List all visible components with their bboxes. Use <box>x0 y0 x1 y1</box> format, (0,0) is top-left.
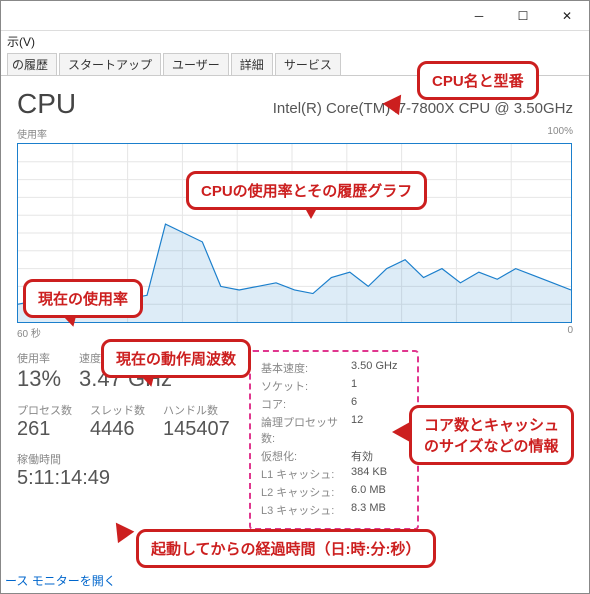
stat-utilization: 使用率 13% <box>17 350 61 392</box>
stat-processes: プロセス数 261 <box>17 402 72 441</box>
stat-utilization-label: 使用率 <box>17 350 61 366</box>
callout-uptime: 起動してからの経過時間（日:時:分:秒） <box>136 529 436 568</box>
window-titlebar: ─ ☐ ✕ <box>1 1 589 31</box>
tab-startup[interactable]: スタートアップ <box>59 53 161 75</box>
tab-users[interactable]: ユーザー <box>163 53 229 75</box>
stat-threads-label: スレッド数 <box>90 402 145 418</box>
detail-virtualization: 仮想化:有効 <box>261 448 407 464</box>
graph-top-right-label: 100% <box>547 126 573 141</box>
detail-l2: L2 キャッシュ:6.0 MB <box>261 484 407 500</box>
close-button[interactable]: ✕ <box>545 1 589 31</box>
callout-usage-graph: CPUの使用率とその履歴グラフ <box>186 171 427 210</box>
tab-details[interactable]: 詳細 <box>231 53 273 75</box>
stat-handles: ハンドル数 145407 <box>163 402 230 441</box>
tab-services[interactable]: サービス <box>275 53 341 75</box>
detail-logical: 論理プロセッサ数:12 <box>261 414 407 446</box>
graph-top-left-label: 使用率 <box>17 126 47 141</box>
callout-current-usage: 現在の使用率 <box>23 279 143 318</box>
stat-handles-label: ハンドル数 <box>163 402 230 418</box>
stat-processes-label: プロセス数 <box>17 402 72 418</box>
detail-sockets: ソケット:1 <box>261 378 407 394</box>
detail-l3: L3 キャッシュ:8.3 MB <box>261 502 407 518</box>
stat-handles-value: 145407 <box>163 418 230 441</box>
stat-processes-value: 261 <box>17 418 72 441</box>
graph-bottom-left-label: 60 秒 <box>17 325 41 340</box>
stat-uptime-label: 稼働時間 <box>17 451 237 467</box>
graph-bottom-right-label: 0 <box>567 325 573 340</box>
stat-uptime: 稼働時間 5:11:14:49 <box>17 451 237 490</box>
stat-threads: スレッド数 4446 <box>90 402 145 441</box>
stat-uptime-value: 5:11:14:49 <box>17 467 237 490</box>
menu-view[interactable]: 示(V) <box>7 35 35 49</box>
stat-utilization-value: 13% <box>17 366 61 392</box>
cpu-name-label: Intel(R) Core(TM) i7-7800X CPU @ 3.50GHz <box>273 100 573 117</box>
detail-l1: L1 キャッシュ:384 KB <box>261 466 407 482</box>
callout-cpu-name: CPU名と型番 <box>417 61 539 100</box>
stat-threads-value: 4446 <box>90 418 145 441</box>
callout-cores-cache: コア数とキャッシュ のサイズなどの情報 <box>409 405 574 465</box>
callout-current-speed: 現在の動作周波数 <box>101 339 251 378</box>
detail-base-speed: 基本速度:3.50 GHz <box>261 360 407 376</box>
callout-cores-cache-pointer <box>392 422 410 442</box>
tab-history[interactable]: の履歴 <box>7 53 57 75</box>
page-title: CPU <box>17 88 76 120</box>
menubar: 示(V) <box>1 31 589 51</box>
open-resource-monitor-link[interactable]: ース モニターを開く <box>5 572 116 589</box>
minimize-button[interactable]: ─ <box>457 1 501 31</box>
detail-cores: コア:6 <box>261 396 407 412</box>
maximize-button[interactable]: ☐ <box>501 1 545 31</box>
